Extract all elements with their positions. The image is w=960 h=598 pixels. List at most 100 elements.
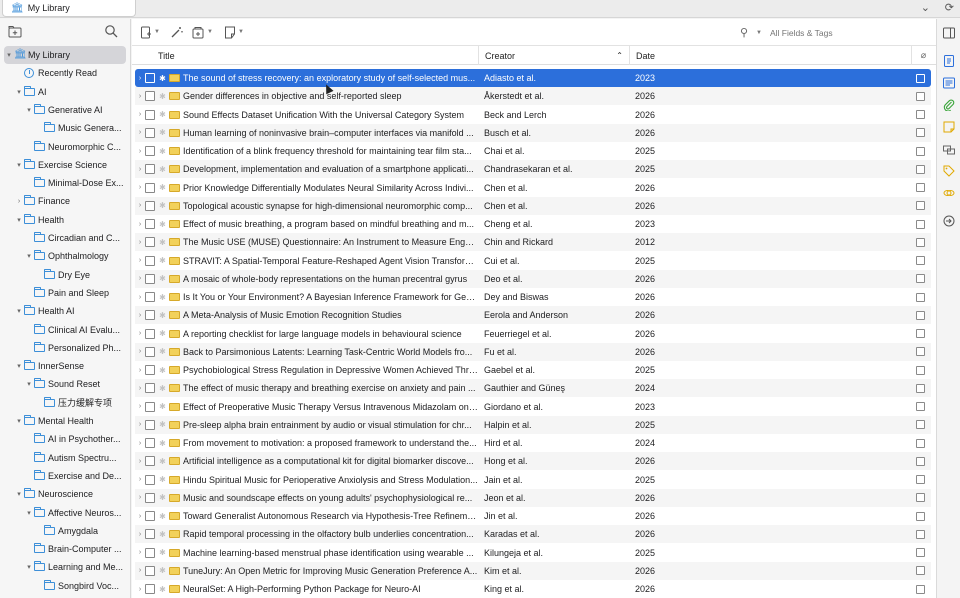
star-icon[interactable]: ✱ <box>158 165 167 174</box>
disclosure-chevron-icon[interactable]: ▾ <box>14 417 24 425</box>
table-row[interactable]: › ✱ A Meta-Analysis of Music Emotion Recog… <box>135 306 931 325</box>
chevron-right-icon[interactable]: › <box>135 385 145 392</box>
collection-item[interactable]: Minimal-Dose Ex... <box>4 174 126 192</box>
collection-item[interactable]: Amygdala <box>4 522 126 540</box>
table-row[interactable]: › ✱ Topological acoustic synapse for high-… <box>135 196 931 215</box>
chevron-right-icon[interactable]: › <box>135 403 145 410</box>
pdf-attachment-icon[interactable] <box>916 274 925 284</box>
chevron-right-icon[interactable]: › <box>135 330 145 337</box>
table-row[interactable]: › ✱ Sound Effects Dataset Unification With… <box>135 106 931 124</box>
table-row[interactable]: › ✱ Prior Knowledge Differentially Modulat… <box>135 179 931 197</box>
chevron-right-icon[interactable]: › <box>135 202 145 209</box>
toggle-pane-icon[interactable] <box>943 27 955 39</box>
related-section-icon[interactable] <box>943 187 955 199</box>
table-row[interactable]: › ✱ Back to Parsimonious Latents: Learning… <box>135 342 931 361</box>
star-icon[interactable]: ✱ <box>158 457 167 466</box>
search-input[interactable] <box>769 27 930 38</box>
star-icon[interactable]: ✱ <box>158 220 167 229</box>
table-row[interactable]: › ✱ Effect of Preoperative Music Therapy V… <box>135 398 931 416</box>
collection-item[interactable]: Clinical AI Evalu... <box>4 321 126 339</box>
add-by-identifier-button[interactable] <box>170 25 183 39</box>
collection-item[interactable]: Brain-Computer ... <box>4 540 126 558</box>
new-attachment-button[interactable]: ▼ <box>192 25 213 39</box>
chevron-right-icon[interactable]: › <box>135 111 145 118</box>
star-icon[interactable]: ✱ <box>158 402 167 411</box>
locate-icon[interactable] <box>943 215 955 227</box>
pdf-attachment-icon[interactable] <box>916 420 925 430</box>
chevron-right-icon[interactable]: › <box>135 421 145 428</box>
pdf-attachment-icon[interactable] <box>916 110 925 119</box>
collection-item[interactable]: ▾ 🏛 My Library <box>4 46 126 64</box>
disclosure-chevron-icon[interactable]: ▾ <box>4 51 14 59</box>
chevron-right-icon[interactable]: › <box>135 549 145 556</box>
chevron-right-icon[interactable]: › <box>135 567 145 574</box>
pdf-attachment-icon[interactable] <box>916 237 925 247</box>
table-row[interactable]: › ✱ The Music USE (MUSE) Questionnaire: An… <box>135 233 931 252</box>
collection-item[interactable]: Recently Read <box>4 64 126 82</box>
pdf-attachment-icon[interactable] <box>916 548 925 557</box>
chevron-right-icon[interactable]: › <box>135 75 145 82</box>
pdf-attachment-icon[interactable] <box>916 493 925 503</box>
collection-item[interactable]: ▾ Neuroscience <box>4 485 126 503</box>
collection-item[interactable]: ▾ Affective Neuros... <box>4 504 126 522</box>
chevron-right-icon[interactable]: › <box>135 93 145 100</box>
collection-item[interactable]: ▾ AI <box>4 83 126 101</box>
collection-item[interactable]: Neuromorphic C... <box>4 138 126 156</box>
chevron-right-icon[interactable]: › <box>135 440 145 447</box>
chevron-right-icon[interactable]: › <box>135 513 145 520</box>
table-row[interactable]: › ✱ Rapid temporal processing in the olfac… <box>135 525 931 544</box>
pdf-attachment-icon[interactable] <box>916 219 925 229</box>
pdf-attachment-icon[interactable] <box>916 146 925 156</box>
collection-item[interactable]: ▾ InnerSense <box>4 357 126 375</box>
star-icon[interactable]: ✱ <box>158 585 167 594</box>
attachments-section-icon[interactable] <box>943 99 955 111</box>
star-icon[interactable]: ✱ <box>158 439 167 448</box>
table-row[interactable]: › ✱ Pre-sleep alpha brain entrainment by a… <box>135 415 931 434</box>
table-row[interactable]: › ✱ Human learning of noninvasive brain–co… <box>135 123 931 142</box>
pdf-attachment-icon[interactable] <box>916 402 925 411</box>
pdf-attachment-icon[interactable] <box>916 91 925 101</box>
column-title[interactable]: Title <box>152 46 479 65</box>
collection-item[interactable]: AI in Psychother... <box>4 430 126 448</box>
disclosure-chevron-icon[interactable]: ▾ <box>24 380 34 388</box>
table-row[interactable]: › ✱ Toward Generalist Autonomous Research … <box>135 507 931 525</box>
table-row[interactable]: › ✱ Hindu Spiritual Music for Perioperativ… <box>135 471 931 489</box>
pdf-attachment-icon[interactable] <box>916 329 925 338</box>
search-icon[interactable]: ⚲ <box>740 26 754 39</box>
pdf-attachment-icon[interactable] <box>916 584 925 594</box>
disclosure-chevron-icon[interactable]: ▾ <box>24 106 34 114</box>
pdf-attachment-icon[interactable] <box>916 128 925 138</box>
star-icon[interactable]: ✱ <box>158 238 167 247</box>
pdf-attachment-icon[interactable] <box>916 529 925 539</box>
star-icon[interactable]: ✱ <box>158 493 167 502</box>
star-icon[interactable]: ✱ <box>158 147 167 156</box>
disclosure-chevron-icon[interactable]: ▾ <box>24 563 34 571</box>
collection-item[interactable]: 压力缓解专项 <box>4 394 126 412</box>
star-icon[interactable]: ✱ <box>158 512 167 521</box>
chevron-right-icon[interactable]: › <box>135 239 145 246</box>
collection-item[interactable]: ▾ Learning and Me... <box>4 558 126 576</box>
chevron-right-icon[interactable]: › <box>135 129 145 136</box>
pdf-attachment-icon[interactable] <box>916 456 925 466</box>
collection-item[interactable]: Circadian and C... <box>4 229 126 247</box>
pdf-attachment-icon[interactable] <box>916 365 925 375</box>
disclosure-chevron-icon[interactable]: ▾ <box>14 307 24 315</box>
table-row[interactable]: › ✱ Artificial intelligence as a computati… <box>135 452 931 471</box>
table-row[interactable]: › ✱ Psychobiological Stress Regulation in … <box>135 361 931 379</box>
new-collection-icon[interactable] <box>8 25 22 38</box>
collection-item[interactable]: ▾ Generative AI <box>4 101 126 119</box>
star-icon[interactable]: ✱ <box>158 256 167 265</box>
collection-item[interactable]: Songbird Voc... <box>4 577 126 595</box>
chevron-right-icon[interactable]: › <box>135 184 145 191</box>
collection-item[interactable]: ▾ Mental Health <box>4 412 126 430</box>
star-icon[interactable]: ✱ <box>158 420 167 429</box>
collection-item[interactable]: ▾ Health <box>4 211 126 229</box>
chevron-down-icon[interactable]: ▼ <box>756 30 762 36</box>
disclosure-chevron-icon[interactable]: ▾ <box>14 362 24 370</box>
chevron-right-icon[interactable]: › <box>135 257 145 264</box>
pdf-attachment-icon[interactable] <box>916 73 925 83</box>
star-icon[interactable]: ✱ <box>158 548 167 557</box>
sync-icon[interactable]: ⟳ <box>945 1 954 14</box>
table-row[interactable]: › ✱ Music and soundscape effects on young … <box>135 488 931 507</box>
collection-item[interactable]: ▾ Exercise Science <box>4 156 126 174</box>
